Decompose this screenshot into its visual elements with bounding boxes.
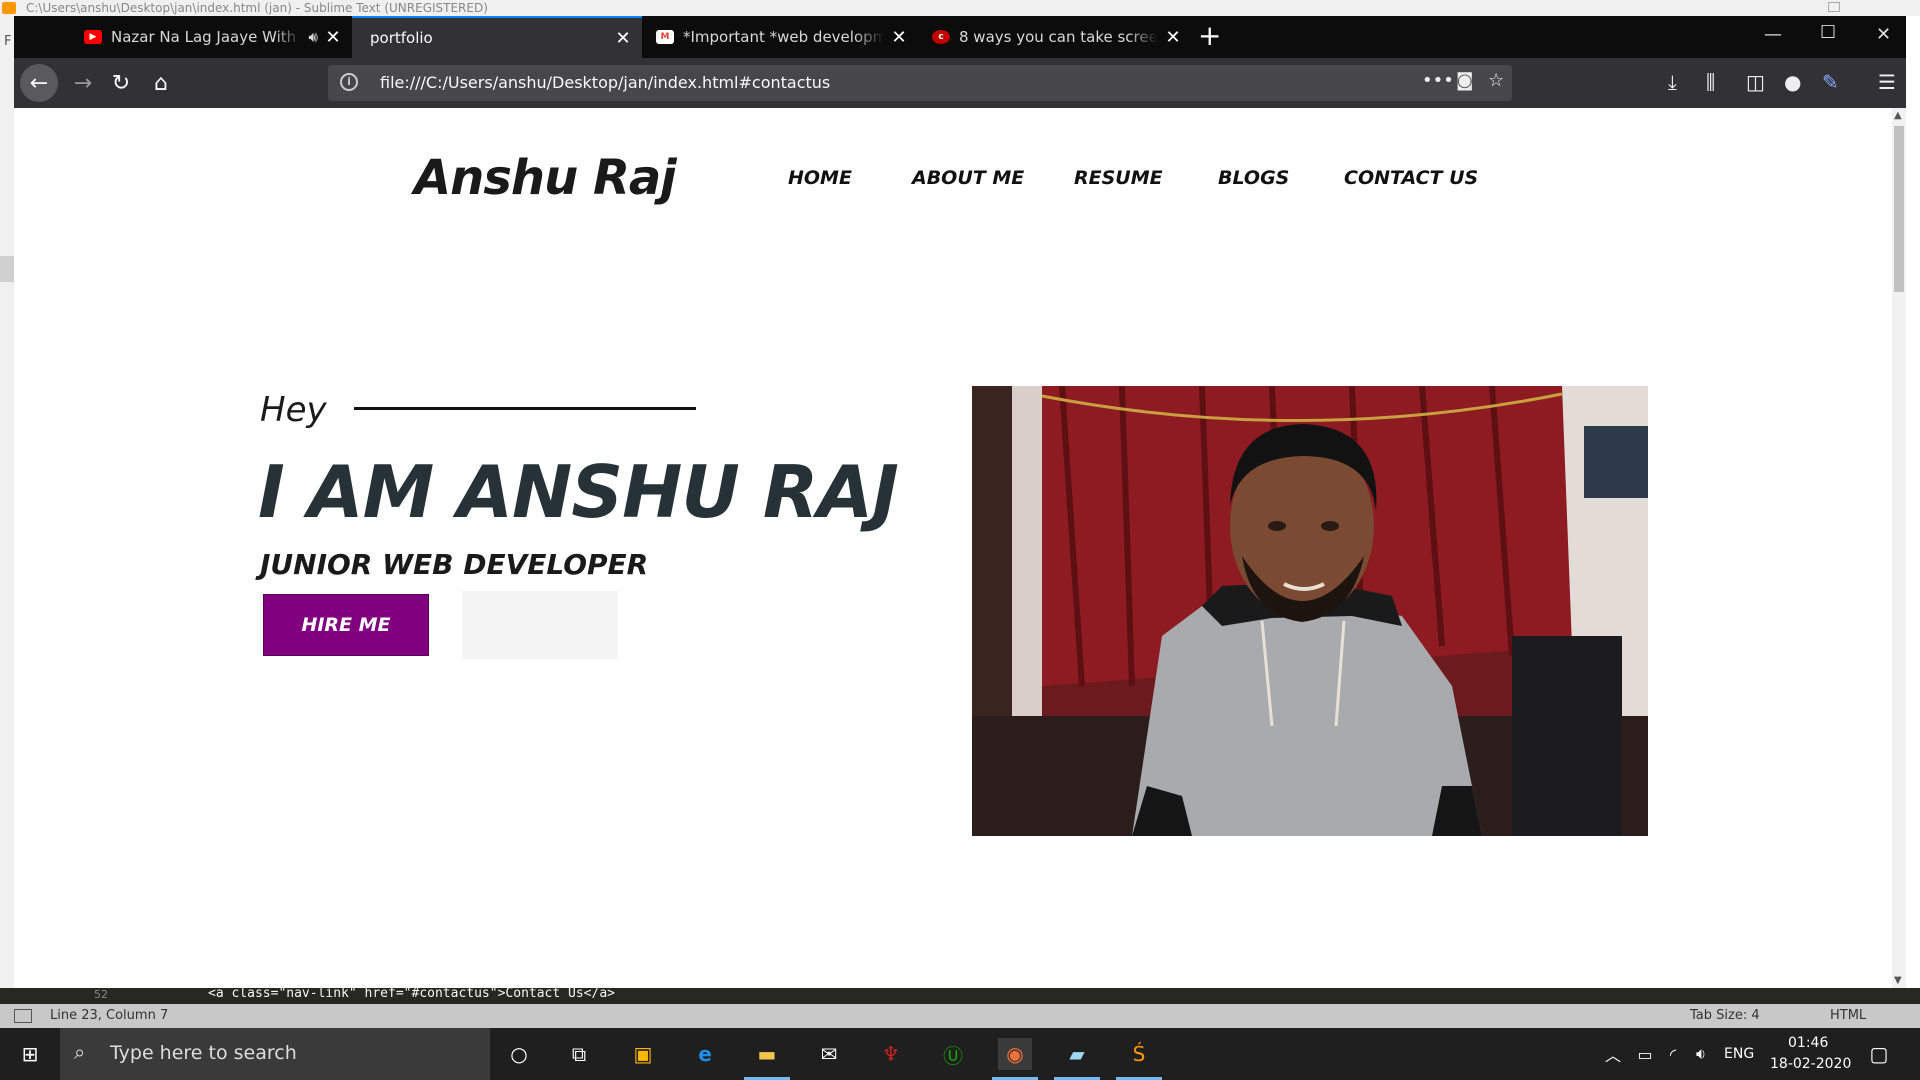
more-icon[interactable]: ••• [1422,70,1454,91]
download-icon[interactable]: ⤓ [1668,70,1677,94]
cursor-position: Line 23, Column 7 [50,1008,169,1023]
sublime-menu-file[interactable]: F [4,34,11,49]
sidebar-icon[interactable]: ◫ [1746,70,1765,94]
sublime-window-title: C:\Users\anshu\Desktop\jan\index.html (j… [26,1,488,15]
pocket-icon[interactable]: ◙ [1456,70,1473,91]
sublime-status-bar: Line 23, Column 7 Tab Size: 4 HTML [0,1004,1920,1028]
profile-photo [972,386,1648,836]
back-icon[interactable]: ← [20,64,58,102]
gmail-icon: M [656,30,674,44]
taskbar-search[interactable]: ⌕ Type here to search [60,1028,490,1080]
file-explorer-icon[interactable]: ▬ [744,1038,790,1080]
notifications-icon[interactable]: ▢ [1862,1038,1896,1070]
speaker-icon[interactable]: 🔊︎ [309,28,318,46]
sublime-left-edge: F [0,16,14,990]
clock-time[interactable]: 01:46 [1788,1035,1828,1051]
syntax-mode[interactable]: HTML [1830,1008,1866,1023]
cnet-icon: c [932,30,950,44]
code-text[interactable]: <a class="nav-link" href="#contactus">Co… [208,988,615,1001]
browser-tab-bar: ▶ Nazar Na Lag Jaaye With Lyrics 🔊︎ ✕ po… [14,16,1906,58]
nav-home[interactable]: HOME [788,167,852,189]
close-tab-icon[interactable]: ✕ [612,28,634,49]
windows-taskbar: ⊞ ⌕ Type here to search ○ ⧉ ▣ e ▬ ✉ ♆ Ⓤ … [0,1028,1920,1080]
sublime-icon[interactable]: Ś [1116,1038,1162,1080]
nav-contact[interactable]: CONTACT US [1344,167,1478,189]
reload-icon[interactable]: ↻ [104,66,138,100]
secondary-button[interactable] [462,591,618,659]
upwork-icon[interactable]: Ⓤ [936,1038,970,1070]
search-icon: ⌕ [74,1040,86,1064]
chevron-up-icon[interactable]: ︿ [1596,1038,1630,1070]
close-tab-icon[interactable]: ✕ [888,27,910,48]
line-number: 52 [94,988,108,1001]
scroll-up-icon[interactable]: ▲ [1894,110,1902,121]
sublime-minimap [0,256,14,282]
tab-portfolio[interactable]: portfolio ✕ [352,16,642,58]
predator-icon[interactable]: ♆ [874,1038,908,1070]
tab-youtube[interactable]: ▶ Nazar Na Lag Jaaye With Lyrics 🔊︎ ✕ [74,16,350,58]
clock-date[interactable]: 18-02-2020 [1770,1056,1851,1072]
sublime-title-bar: C:\Users\anshu\Desktop\jan\index.html (j… [0,0,1920,16]
nav-blogs[interactable]: BLOGS [1218,167,1289,189]
bookmark-star-icon[interactable]: ☆ [1488,70,1504,91]
greeting-divider [354,407,696,410]
customize-icon[interactable]: ✎ [1822,70,1839,94]
sublime-code-line: 52 <a class="nav-link" href="#contactus"… [0,988,1920,1004]
maximize-button[interactable]: ☐ [1820,22,1836,43]
scroll-thumb[interactable] [1894,126,1904,292]
task-view-icon[interactable]: ⧉ [562,1038,596,1070]
menu-icon[interactable]: ☰ [1878,70,1896,94]
nav-about[interactable]: ABOUT ME [912,167,1024,189]
tab-cnet[interactable]: c 8 ways you can take screenshots ✕ [920,16,1192,58]
window-close-button[interactable]: ✕ [1876,24,1891,45]
volume-icon[interactable]: 🔉︎ [1684,1038,1718,1070]
edge-icon[interactable]: e [688,1038,722,1070]
tab-label: 8 ways you can take screenshots [959,28,1158,46]
tab-label: Nazar Na Lag Jaaye With Lyrics [111,28,303,46]
youtube-icon: ▶ [84,30,102,44]
scroll-down-icon[interactable]: ▼ [1894,975,1902,986]
page-scrollbar[interactable]: ▲ ▼ [1892,108,1906,988]
cortana-icon[interactable]: ○ [502,1038,536,1070]
account-icon[interactable]: ● [1784,70,1801,94]
minimize-button[interactable]: — [1764,24,1782,45]
close-tab-icon[interactable]: ✕ [1162,27,1184,48]
search-placeholder: Type here to search [110,1042,297,1064]
url-text[interactable]: file:///C:/Users/anshu/Desktop/jan/index… [380,73,830,92]
library-icon[interactable]: ⫼ [1706,70,1715,94]
tab-size[interactable]: Tab Size: 4 [1690,1008,1760,1023]
tab-label: portfolio [370,29,433,47]
site-logo[interactable]: Anshu Raj [414,150,677,206]
sublime-icon [2,2,16,14]
nav-resume[interactable]: RESUME [1074,167,1163,189]
url-bar[interactable]: i file:///C:/Users/anshu/Desktop/jan/ind… [328,65,1512,101]
firefox-icon[interactable]: ◉ [992,1038,1038,1080]
hero-role: JUNIOR WEB DEVELOPER [260,548,649,581]
tab-gmail[interactable]: M *Important *web development ✕ [644,16,918,58]
hire-me-button[interactable]: HIRE ME [263,594,429,656]
forward-icon[interactable]: → [66,66,100,100]
store-icon[interactable]: ▣ [626,1038,660,1070]
hero-name: I AM ANSHU RAJ [258,450,899,534]
tab-label: *Important *web development [683,28,884,46]
console-icon[interactable] [14,1009,32,1023]
home-icon[interactable]: ⌂ [144,66,178,100]
windows-start-icon[interactable]: ⊞ [12,1038,48,1070]
browser-nav-bar: ← → ↻ ⌂ i file:///C:/Users/anshu/Desktop… [14,58,1906,108]
notepad-icon[interactable]: ▰ [1054,1038,1100,1080]
close-tab-icon[interactable]: ✕ [322,27,344,48]
hero-greeting: Hey [260,390,327,430]
mail-icon[interactable]: ✉ [812,1038,846,1070]
language-indicator[interactable]: ENG [1724,1046,1754,1062]
web-page: Anshu Raj HOME ABOUT ME RESUME BLOGS CON… [14,108,1892,988]
restore-icon[interactable] [1828,2,1840,12]
new-tab-button[interactable]: + [1198,20,1221,52]
info-icon[interactable]: i [340,73,358,91]
